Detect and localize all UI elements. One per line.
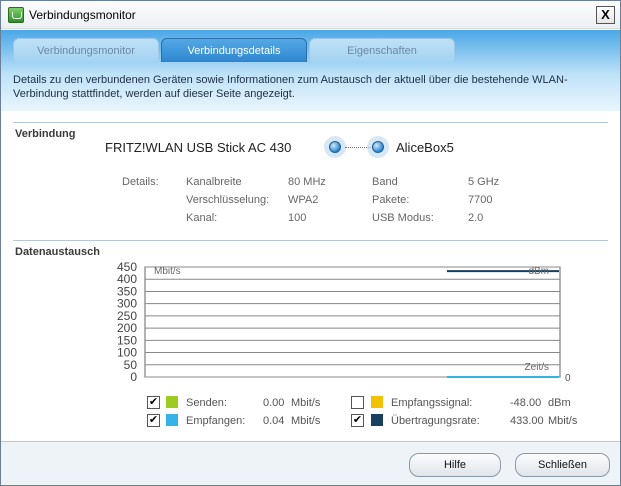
page-description: Details zu den verbundenen Geräten sowie… xyxy=(13,74,568,100)
send-value: 0.00 xyxy=(263,397,285,409)
window-title: Verbindungsmonitor xyxy=(29,8,136,22)
close-dialog-button[interactable]: Schließen xyxy=(515,453,610,477)
remote-device-name: AliceBox5 xyxy=(396,140,454,155)
receive-label: Empfangen: xyxy=(186,415,246,427)
remote-node-icon xyxy=(372,141,384,153)
y-axis-label: Mbit/s xyxy=(154,266,181,277)
detail-value: 7700 xyxy=(468,194,493,206)
detail-value: 80 MHz xyxy=(288,176,326,188)
header-band: Verbindungsmonitor Verbindungsdetails Ei… xyxy=(1,30,620,111)
send-unit: Mbit/s xyxy=(291,397,321,409)
detail-key: USB Modus: xyxy=(372,212,434,224)
connection-monitor-window: Verbindungsmonitor X Verbindungsmonitor … xyxy=(0,0,621,486)
tab-connection-details[interactable]: Verbindungsdetails xyxy=(161,38,307,62)
rate-label: Übertragungsrate: xyxy=(391,415,480,427)
rate-value: 433.00 xyxy=(510,415,544,427)
local-device-name: FRITZ!WLAN USB Stick AC 430 xyxy=(105,140,292,155)
signal-label: Empfangssignal: xyxy=(391,397,473,409)
local-node-icon xyxy=(329,141,341,153)
y-tick-label: 0 xyxy=(130,370,137,384)
rate-unit: Mbit/s xyxy=(548,415,578,427)
receive-color-swatch xyxy=(166,414,178,426)
tab-connection-monitor[interactable]: Verbindungsmonitor xyxy=(13,38,159,62)
signal-unit: dBm xyxy=(548,397,571,409)
detail-key: Kanal: xyxy=(186,212,218,224)
signal-checkbox[interactable] xyxy=(351,396,364,409)
details-label: Details: xyxy=(122,176,159,188)
rate-color-swatch xyxy=(371,414,383,426)
close-button[interactable]: X xyxy=(596,6,615,24)
send-label: Senden: xyxy=(186,397,227,409)
section-divider xyxy=(13,240,608,241)
detail-key: Pakete: xyxy=(372,194,410,206)
send-color-swatch xyxy=(166,396,178,408)
rate-checkbox[interactable]: ✔ xyxy=(351,414,364,427)
send-checkbox[interactable]: ✔ xyxy=(147,396,160,409)
connection-section-title: Verbindung xyxy=(15,128,76,140)
detail-value: 5 GHz xyxy=(468,176,500,188)
receive-unit: Mbit/s xyxy=(291,415,321,427)
help-button[interactable]: Hilfe xyxy=(409,453,501,477)
section-divider xyxy=(13,122,608,123)
title-bar: Verbindungsmonitor X xyxy=(1,1,620,29)
plot-area xyxy=(144,266,561,378)
detail-key: Kanalbreite xyxy=(186,176,242,188)
x-axis-label: Zeit/s xyxy=(525,362,549,373)
detail-key: Verschlüsselung: xyxy=(186,194,270,206)
receive-value: 0.04 xyxy=(263,415,285,427)
signal-color-swatch xyxy=(371,396,383,408)
x2-tick-label: 0 xyxy=(565,373,571,384)
detail-value: WPA2 xyxy=(288,194,319,206)
signal-value: -48.00 xyxy=(510,397,542,409)
detail-value: 100 xyxy=(288,212,307,224)
throughput-chart: 450400350300250200150100500 Mbit/s dBm Z… xyxy=(117,260,571,384)
button-bar: Hilfe Schließen xyxy=(1,441,620,485)
detail-key: Band xyxy=(372,176,398,188)
detail-value: 2.0 xyxy=(468,212,484,224)
exchange-section-title: Datenaustausch xyxy=(15,246,100,258)
tab-properties[interactable]: Eigenschaften xyxy=(309,38,455,62)
y2-axis-label: dBm xyxy=(528,266,549,277)
receive-checkbox[interactable]: ✔ xyxy=(147,414,160,427)
app-icon xyxy=(8,7,24,23)
